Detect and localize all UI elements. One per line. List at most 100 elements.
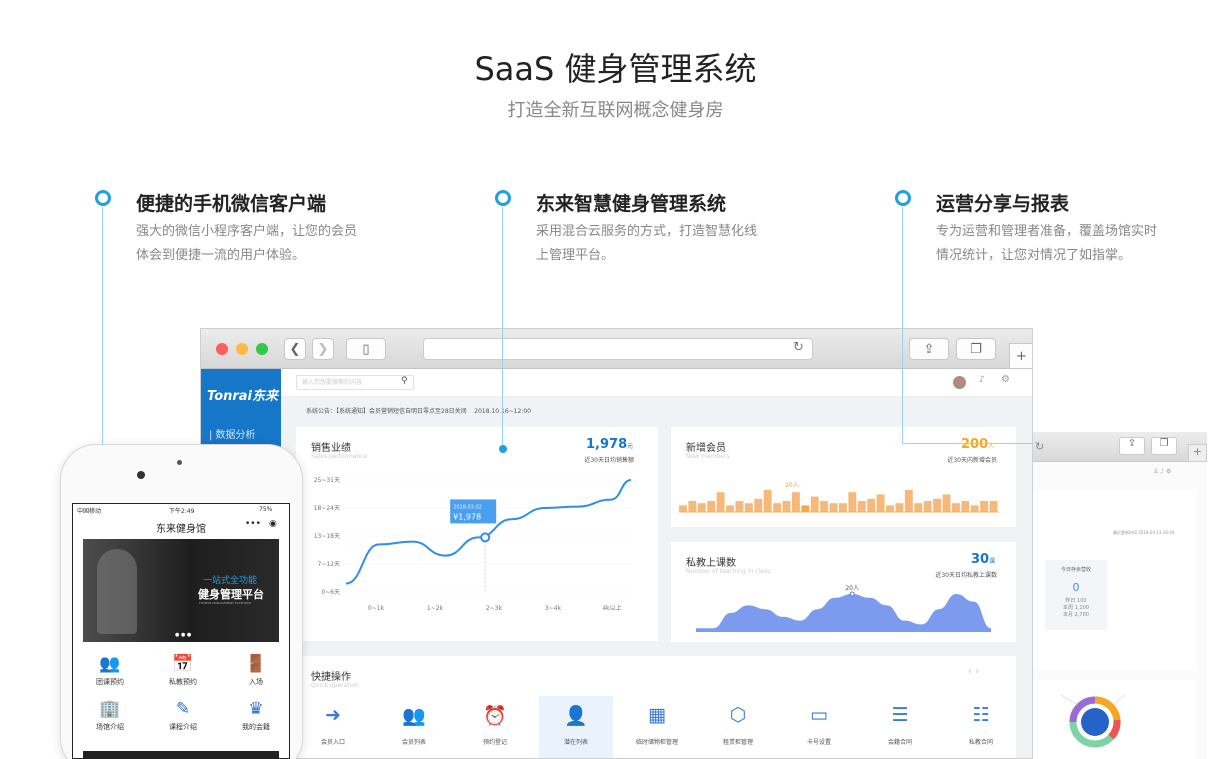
phone-menu-item[interactable]: 📅 私教预约 [158, 654, 208, 687]
prospect-icon: 👤 [564, 705, 588, 727]
member-bar [923, 501, 932, 512]
phone-menu-label: 团课预约 [96, 678, 124, 686]
member-bar [688, 501, 697, 512]
sales-caption: 近30天日均销售额 [584, 457, 634, 464]
phone-bottom-banner [83, 751, 279, 758]
quick-op-7[interactable]: ▭ 卡号设置 [782, 696, 856, 758]
phone-menu-label: 我的会籍 [242, 723, 270, 731]
forward-button[interactable]: ❯ [312, 338, 334, 360]
tabs-button[interactable]: ❐ [1151, 437, 1177, 455]
phone-menu-label: 课程介绍 [169, 723, 197, 731]
reload-icon[interactable]: ↻ [793, 340, 804, 355]
quick-op-6[interactable]: ⬡ 租赁柜管理 [701, 696, 775, 758]
more-icon[interactable]: ••• [245, 519, 261, 529]
sidebar-toggle-button[interactable]: ▯ [346, 338, 386, 360]
feature-dot [495, 190, 511, 206]
member-bar [820, 501, 829, 512]
search-input[interactable]: 输入您想要搜索的内容 [296, 375, 414, 390]
phone-status-bar: 中国移动 下午2:49 75% [77, 506, 273, 515]
target-icon[interactable]: ◉ [269, 519, 277, 529]
member-bar [980, 501, 989, 512]
new-tab-button[interactable]: + [1188, 444, 1207, 462]
member-bar [961, 501, 970, 512]
phone-menu-label: 私教预约 [169, 678, 197, 686]
member-bar [848, 492, 857, 512]
member-bar [782, 501, 791, 512]
close-light[interactable] [216, 343, 228, 355]
phone-banner[interactable]: 一站式全功能 健身管理平台 FITNESS MANAGEMENT PLATFOR… [83, 539, 279, 642]
contract-icon: ☰ [891, 704, 909, 726]
members-bar-chart: 20人 [679, 482, 999, 513]
member-bar [773, 503, 782, 512]
report-header-icons: ♙ ♪ ⚙ [1153, 468, 1172, 475]
member-bar [735, 501, 744, 512]
tooltip-date: 2018.03.02 [453, 504, 482, 510]
phone-menu-item[interactable]: ♛ 我的会籍 [231, 699, 281, 732]
sidebar-item-analysis[interactable]: | 数据分析 [209, 426, 256, 441]
quick-op-4[interactable]: 👤 潜在列表 [539, 696, 613, 758]
sales-value: 1,978元 [586, 437, 634, 452]
quick-op-8[interactable]: ☰ 会籍合同 [863, 696, 937, 758]
search-icon[interactable]: ⚲ [401, 376, 408, 386]
share-button[interactable]: ⇪ [1119, 437, 1145, 455]
carousel-dots[interactable]: ● ● ● [175, 632, 191, 638]
quick-op-2[interactable]: 👥 会员列表 [377, 696, 451, 758]
classes-card: 私教上课数 Number of teaching in class 30课 近3… [671, 542, 1016, 642]
avatar[interactable] [953, 376, 966, 389]
building-icon: 🏢 [99, 699, 121, 719]
card-icon: ▭ [810, 704, 828, 726]
phone-menu-item[interactable]: 🚪 入场 [231, 654, 281, 687]
members-title: 新增会员 [686, 443, 726, 454]
quick-op-3[interactable]: ⏰ 预约登记 [458, 696, 532, 758]
classes-subtitle: Number of teaching in class [686, 568, 770, 575]
minimize-light[interactable] [236, 343, 248, 355]
quick-op-5[interactable]: ▦ 临时储物柜管理 [620, 696, 694, 758]
member-bar [942, 494, 951, 512]
feature-desc: 专为运营和管理者准备，覆盖场馆实时 情况统计，让您对情况了如指掌。 [936, 224, 1158, 263]
login-icon: ➜ [325, 704, 341, 726]
quick-op-9[interactable]: ☷ 私教合同 [944, 696, 1018, 758]
y-tick-label: 13~18天 [314, 533, 340, 540]
report-summary: 今日存余营收 0 昨日 100 本周 1,100 本月 2,700 [1045, 560, 1107, 630]
members-caption: 近30天内新增会员 [947, 457, 997, 464]
member-bar [763, 490, 772, 512]
sales-series-line [345, 479, 632, 585]
feature-title: 便捷的手机微信客户端 [136, 193, 327, 215]
tabs-button[interactable]: ❐ [956, 338, 996, 360]
system-notice: 系统公告：【系统通知】会员营销短信自明日零点至28日关闭 2018.10.16~… [306, 408, 531, 415]
tooltip-value: ¥1,978 [453, 512, 481, 521]
sales-line-chart: 0~6天 7~12天 13~18天 18~24天 25~31天 0~1k 1~2k 2~3k 3… [314, 477, 632, 612]
hero-subtitle: 打造全新互联网概念健身房 [507, 100, 724, 121]
reload-icon[interactable]: ↻ [1035, 440, 1044, 453]
quick-op-label: 临时储物柜管理 [635, 739, 678, 746]
phone-menu-item[interactable]: 🏢 场馆介绍 [85, 699, 135, 732]
member-bar [754, 498, 763, 512]
y-tick-label: 25~31天 [314, 477, 340, 484]
quick-op-1[interactable]: ➜ 会员入口 [296, 696, 370, 758]
quick-op-label: 会员列表 [401, 739, 426, 746]
member-bar [707, 501, 716, 512]
url-bar[interactable] [423, 338, 813, 360]
report-toolbar: ↻ ⇪ ❐ + [1033, 432, 1207, 462]
gear-icon[interactable]: ⚙ [1001, 374, 1010, 385]
new-tab-button[interactable]: + [1009, 343, 1032, 369]
x-tick-label: 0~1k [368, 605, 385, 612]
phone-menu-item[interactable]: 👥 团课预约 [85, 654, 135, 687]
back-button[interactable]: ❮ [284, 338, 306, 360]
feature-desc: 采用混合云服务的方式，打造智慧化线上管理平台。 [536, 224, 758, 263]
member-bar [726, 505, 734, 512]
member-bar [679, 505, 687, 512]
connector-line [902, 207, 903, 444]
share-button[interactable]: ⇪ [909, 338, 949, 360]
phone-menu-item[interactable]: ✎ 课程介绍 [158, 699, 208, 732]
page: SaaS 健身管理系统 打造全新互联网概念健身房 便捷的手机微信客户端 强大的微… [0, 0, 1231, 759]
phone-screen: 中国移动 下午2:49 75% 东来健身馆 ••• ◉ 一站式全功能 健身管理平… [72, 503, 290, 759]
member-bar [744, 503, 753, 512]
feature-dot [895, 190, 911, 206]
hover-point[interactable] [480, 532, 491, 543]
bell-icon[interactable]: ♪ [979, 375, 985, 385]
member-bar [904, 490, 913, 512]
browser-window: ❮ ❯ ▯ ↻ ⇪ ❐ + Tonrai东来 | 数据分析 输入您想要搜索的内容… [200, 328, 1033, 759]
zoom-light[interactable] [256, 343, 268, 355]
feature-desc: 强大的微信小程序客户端，让您的会员 体会到便捷一流的用户体验。 [136, 224, 358, 263]
